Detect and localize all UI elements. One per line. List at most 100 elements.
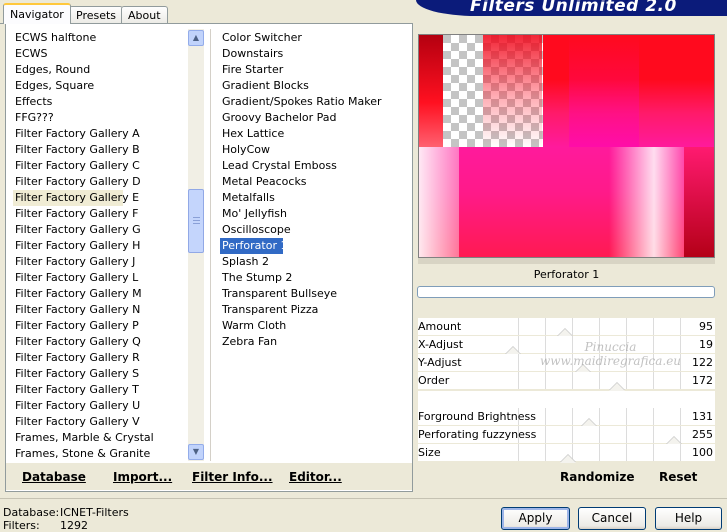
category-item[interactable]: Filter Factory Gallery F <box>13 206 138 222</box>
filter-item[interactable]: Hex Lattice <box>220 126 284 142</box>
scroll-thumb[interactable] <box>188 189 204 253</box>
category-item[interactable]: Filter Factory Gallery D <box>13 174 141 190</box>
current-filter-name: Perforator 1 <box>533 268 600 281</box>
apply-button[interactable]: Apply <box>501 507 570 530</box>
preview-shadow <box>418 258 715 264</box>
filter-item[interactable]: HolyCow <box>220 142 270 158</box>
slider-value: 172 <box>692 374 713 387</box>
help-button[interactable]: Help <box>655 507 722 530</box>
filter-list[interactable]: Color Switcher Downstairs Fire Starter Grad… <box>220 29 406 461</box>
category-list[interactable]: ECWS halftone ECWS Edges, Round Edges, Squa… <box>13 29 188 461</box>
filter-item[interactable]: The Stump 2 <box>220 270 292 286</box>
category-item[interactable]: ECWS <box>13 46 48 62</box>
watermark: Pinuccia www.maidiregrafica.eu <box>540 340 681 368</box>
category-item[interactable]: Filter Factory Gallery M <box>13 286 142 302</box>
scroll-down-icon[interactable]: ▼ <box>188 444 204 460</box>
status-divider <box>0 498 727 499</box>
banner-title: Filters Unlimited 2.0 <box>470 0 677 16</box>
category-item[interactable]: Filter Factory Gallery T <box>13 382 139 398</box>
category-item[interactable]: Filter Factory Gallery Q <box>13 334 141 350</box>
randomize-button[interactable]: Randomize <box>560 470 634 484</box>
filter-item[interactable]: Fire Starter <box>220 62 283 78</box>
category-item[interactable]: Frames, Marble & Crystal <box>13 430 154 446</box>
tab-navigator[interactable]: Navigator <box>3 3 71 24</box>
filter-item[interactable]: Lead Crystal Emboss <box>220 158 337 174</box>
filter-item[interactable]: Transparent Bullseye <box>220 286 337 302</box>
filter-item[interactable]: Metal Peacocks <box>220 174 307 190</box>
category-item[interactable]: Filter Factory Gallery A <box>13 126 140 142</box>
slider-label: Amount <box>418 320 462 333</box>
category-scrollbar[interactable]: ▲ ▼ <box>188 29 204 461</box>
slider-label: Forground Brightness <box>418 410 537 423</box>
filter-item[interactable]: Mo' Jellyfish <box>220 206 287 222</box>
filter-item[interactable]: Gradient/Spokes Ratio Maker <box>220 94 382 110</box>
filter-item[interactable]: Transparent Pizza <box>220 302 318 318</box>
filter-item[interactable]: Color Switcher <box>220 30 302 46</box>
category-item[interactable]: FFG??? <box>13 110 54 126</box>
category-item[interactable]: Filter Factory Gallery U <box>13 398 140 414</box>
category-item[interactable]: Filter Factory Gallery L <box>13 270 138 286</box>
slider-track[interactable] <box>492 372 682 391</box>
filter-item[interactable]: Zebra Fan <box>220 334 277 350</box>
reset-button[interactable]: Reset <box>659 470 697 484</box>
slider-value: 95 <box>699 320 713 333</box>
editor-button[interactable]: Editor... <box>289 470 342 484</box>
category-item[interactable]: Filter Factory Gallery B <box>13 142 140 158</box>
status-filters-value: 1292 <box>60 519 88 532</box>
slider-value: 19 <box>699 338 713 351</box>
slider-value: 255 <box>692 428 713 441</box>
tab-strip: Navigator Presets About <box>0 0 420 24</box>
status-database-value: ICNET-Filters <box>60 506 129 519</box>
slider-track[interactable] <box>492 444 682 463</box>
category-item[interactable]: ECWS halftone <box>13 30 96 46</box>
filter-item[interactable]: Oscilloscope <box>220 222 291 238</box>
filter-item[interactable]: Gradient Blocks <box>220 78 309 94</box>
scroll-up-icon[interactable]: ▲ <box>188 30 204 46</box>
cancel-button[interactable]: Cancel <box>578 507 646 530</box>
slider-value: 131 <box>692 410 713 423</box>
tab-about[interactable]: About <box>121 6 168 23</box>
filter-item[interactable]: Groovy Bachelor Pad <box>220 110 337 126</box>
category-item[interactable]: Filter Factory Gallery E <box>13 190 139 206</box>
category-item[interactable]: Effects <box>13 94 52 110</box>
slider-row: Forground Brightness 131 <box>418 408 715 427</box>
slider-row: Size 100 <box>418 444 715 463</box>
preview-image[interactable] <box>418 34 715 258</box>
status-filters-label: Filters: <box>3 519 40 532</box>
watermark-line2: www.maidiregrafica.eu <box>540 354 682 368</box>
filter-item[interactable]: Downstairs <box>220 46 283 62</box>
slider-thumb-icon[interactable] <box>609 383 626 391</box>
import-button[interactable]: Import... <box>113 470 172 484</box>
category-item[interactable]: Edges, Square <box>13 78 94 94</box>
category-item[interactable]: Filter Factory Gallery N <box>13 302 140 318</box>
filter-item[interactable]: Metalfalls <box>220 190 275 206</box>
category-item[interactable]: Filter Factory Gallery R <box>13 350 140 366</box>
filter-info-button[interactable]: Filter Info... <box>192 470 273 484</box>
category-item[interactable]: Filter Factory Gallery V <box>13 414 140 430</box>
category-item[interactable]: Filter Factory Gallery G <box>13 222 141 238</box>
category-item[interactable]: Edges, Round <box>13 62 90 78</box>
filter-item[interactable]: Warm Cloth <box>220 318 286 334</box>
slider-label: Order <box>418 374 450 387</box>
filter-item[interactable]: Splash 2 <box>220 254 269 270</box>
slider-label: Size <box>418 446 441 459</box>
category-item[interactable]: Filter Factory Gallery P <box>13 318 139 334</box>
database-button[interactable]: Database <box>22 470 86 484</box>
slider-value: 100 <box>692 446 713 459</box>
slider-track[interactable] <box>492 318 682 337</box>
filter-item[interactable]: Perforator 1 <box>220 238 287 254</box>
category-item[interactable]: Filter Factory Gallery C <box>13 158 140 174</box>
category-item[interactable]: Filter Factory Gallery S <box>13 366 139 382</box>
slider-spacer <box>418 391 715 409</box>
slider-label: X-Adjust <box>418 338 464 351</box>
slider-value: 122 <box>692 356 713 369</box>
category-item[interactable]: Frames, Stone & Granite <box>13 446 150 461</box>
category-item[interactable]: Filter Factory Gallery J <box>13 254 135 270</box>
title-banner: Filters Unlimited 2.0 <box>416 0 727 16</box>
slider-row: Order 172 <box>418 372 715 391</box>
list-divider <box>210 29 211 461</box>
tab-presets[interactable]: Presets <box>69 6 124 23</box>
slider-label: Y-Adjust <box>418 356 462 369</box>
slider-thumb-icon[interactable] <box>560 455 577 463</box>
category-item[interactable]: Filter Factory Gallery H <box>13 238 140 254</box>
